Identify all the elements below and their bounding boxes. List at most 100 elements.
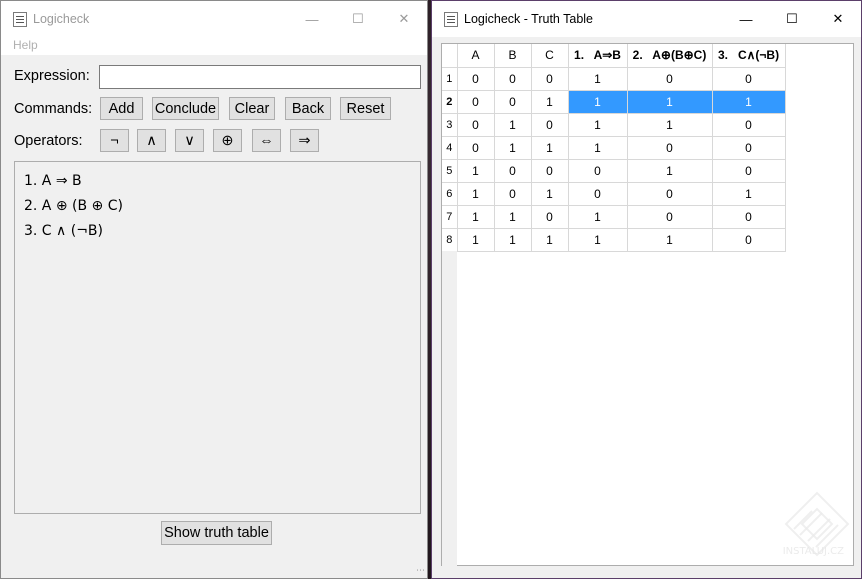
table-row[interactable]: 5100010 <box>442 159 786 183</box>
table-cell[interactable]: 1 <box>627 90 713 114</box>
table-cell[interactable]: 0 <box>712 136 786 160</box>
table-cell[interactable]: 1 <box>568 136 628 160</box>
row-header[interactable]: 6 <box>442 182 458 206</box>
column-header[interactable]: B <box>494 44 532 68</box>
table-row[interactable]: 8111110 <box>442 228 786 252</box>
table-cell[interactable]: 1 <box>494 113 532 137</box>
table-cell[interactable]: 0 <box>712 113 786 137</box>
implication-operator-button[interactable]: ⇒ <box>290 129 319 152</box>
table-cell[interactable]: 0 <box>531 159 569 183</box>
back-button[interactable]: Back <box>285 97 331 120</box>
close-icon[interactable]: ✕ <box>381 1 427 37</box>
table-cell[interactable]: 0 <box>568 182 628 206</box>
table-cell[interactable]: 0 <box>494 90 532 114</box>
table-cell[interactable]: 0 <box>627 136 713 160</box>
table-cell[interactable]: 1 <box>568 67 628 91</box>
table-cell[interactable]: 1 <box>531 228 569 252</box>
truth-table-area[interactable]: A B C 1. A⇒B 2. A⊕(B⊕C) 3. C∧(¬B) 100010… <box>441 43 854 566</box>
table-cell[interactable]: 0 <box>531 113 569 137</box>
table-cell[interactable]: 0 <box>457 136 495 160</box>
row-header[interactable]: 7 <box>442 205 458 229</box>
table-row[interactable]: 4011100 <box>442 136 786 160</box>
table-cell[interactable]: 0 <box>457 67 495 91</box>
close-icon[interactable]: ✕ <box>815 1 861 37</box>
table-cell[interactable]: 0 <box>712 159 786 183</box>
menu-help[interactable]: Help <box>13 38 38 52</box>
minimize-icon[interactable]: — <box>723 1 769 37</box>
table-cell[interactable]: 1 <box>457 182 495 206</box>
table-cell[interactable]: 0 <box>494 182 532 206</box>
table-cell[interactable]: 0 <box>531 205 569 229</box>
not-operator-button[interactable]: ¬ <box>100 129 129 152</box>
table-cell[interactable]: 1 <box>531 90 569 114</box>
table-cell[interactable]: 1 <box>494 205 532 229</box>
table-cell[interactable]: 1 <box>568 228 628 252</box>
maximize-icon[interactable]: ☐ <box>769 1 815 37</box>
xor-operator-button[interactable]: ⊕ <box>213 129 242 152</box>
conclude-button[interactable]: Conclude <box>152 97 219 120</box>
expression-input[interactable] <box>99 65 421 89</box>
table-cell[interactable]: 0 <box>712 67 786 91</box>
table-row[interactable]: 7110100 <box>442 205 786 229</box>
table-cell[interactable]: 1 <box>568 90 628 114</box>
row-header[interactable]: 2 <box>442 90 458 114</box>
list-item[interactable]: 2. A ⊕ (B ⊕ C) <box>24 196 411 221</box>
column-header[interactable]: 2. A⊕(B⊕C) <box>627 44 713 68</box>
table-cell[interactable]: 0 <box>627 182 713 206</box>
table-cell[interactable]: 1 <box>531 182 569 206</box>
row-header[interactable]: 3 <box>442 113 458 137</box>
app-icon <box>444 11 458 27</box>
maximize-icon[interactable]: ☐ <box>335 1 381 37</box>
column-header[interactable]: 3. C∧(¬B) <box>712 44 786 68</box>
resize-grip-icon[interactable]: ⋯ <box>416 566 425 576</box>
minimize-icon[interactable]: — <box>289 1 335 37</box>
table-cell[interactable]: 1 <box>494 228 532 252</box>
corner-cell[interactable] <box>442 44 458 68</box>
table-row[interactable]: 1000100 <box>442 67 786 91</box>
truth-table-titlebar[interactable]: Logicheck - Truth Table — ☐ ✕ <box>432 1 861 37</box>
table-row[interactable]: 6101001 <box>442 182 786 206</box>
table-cell[interactable]: 1 <box>457 159 495 183</box>
table-cell[interactable]: 1 <box>627 159 713 183</box>
expression-list[interactable]: 1. A ⇒ B 2. A ⊕ (B ⊕ C) 3. C ∧ (¬B) <box>14 161 421 514</box>
table-cell[interactable]: 0 <box>457 90 495 114</box>
show-truth-table-button[interactable]: Show truth table <box>161 521 272 545</box>
table-cell[interactable]: 1 <box>531 136 569 160</box>
and-operator-button[interactable]: ∧ <box>137 129 166 152</box>
table-cell[interactable]: 0 <box>627 205 713 229</box>
table-cell[interactable]: 1 <box>457 205 495 229</box>
table-cell[interactable]: 0 <box>457 113 495 137</box>
row-header[interactable]: 8 <box>442 228 458 252</box>
row-header[interactable]: 5 <box>442 159 458 183</box>
main-titlebar[interactable]: Logicheck — ☐ ✕ <box>1 1 427 37</box>
table-cell[interactable]: 1 <box>627 228 713 252</box>
list-item[interactable]: 1. A ⇒ B <box>24 171 411 196</box>
reset-button[interactable]: Reset <box>340 97 391 120</box>
column-header[interactable]: C <box>531 44 569 68</box>
table-cell[interactable]: 1 <box>457 228 495 252</box>
table-cell[interactable]: 0 <box>531 67 569 91</box>
table-cell[interactable]: 1 <box>712 90 786 114</box>
table-cell[interactable]: 1 <box>494 136 532 160</box>
table-row[interactable]: 3010110 <box>442 113 786 137</box>
row-header[interactable]: 4 <box>442 136 458 160</box>
or-operator-button[interactable]: ∨ <box>175 129 204 152</box>
row-header[interactable]: 1 <box>442 67 458 91</box>
table-cell[interactable]: 0 <box>494 159 532 183</box>
column-header[interactable]: A <box>457 44 495 68</box>
list-item[interactable]: 3. C ∧ (¬B) <box>24 221 411 246</box>
table-cell[interactable]: 0 <box>712 205 786 229</box>
table-cell[interactable]: 0 <box>627 67 713 91</box>
table-cell[interactable]: 0 <box>494 67 532 91</box>
table-cell[interactable]: 0 <box>568 159 628 183</box>
column-header[interactable]: 1. A⇒B <box>568 44 628 68</box>
add-button[interactable]: Add <box>100 97 143 120</box>
table-cell[interactable]: 1 <box>568 113 628 137</box>
clear-button[interactable]: Clear <box>229 97 275 120</box>
table-cell[interactable]: 1 <box>627 113 713 137</box>
table-cell[interactable]: 0 <box>712 228 786 252</box>
table-cell[interactable]: 1 <box>568 205 628 229</box>
table-row[interactable]: 2001111 <box>442 90 786 114</box>
equivalence-operator-button[interactable]: ⇔ <box>252 129 281 152</box>
table-cell[interactable]: 1 <box>712 182 786 206</box>
